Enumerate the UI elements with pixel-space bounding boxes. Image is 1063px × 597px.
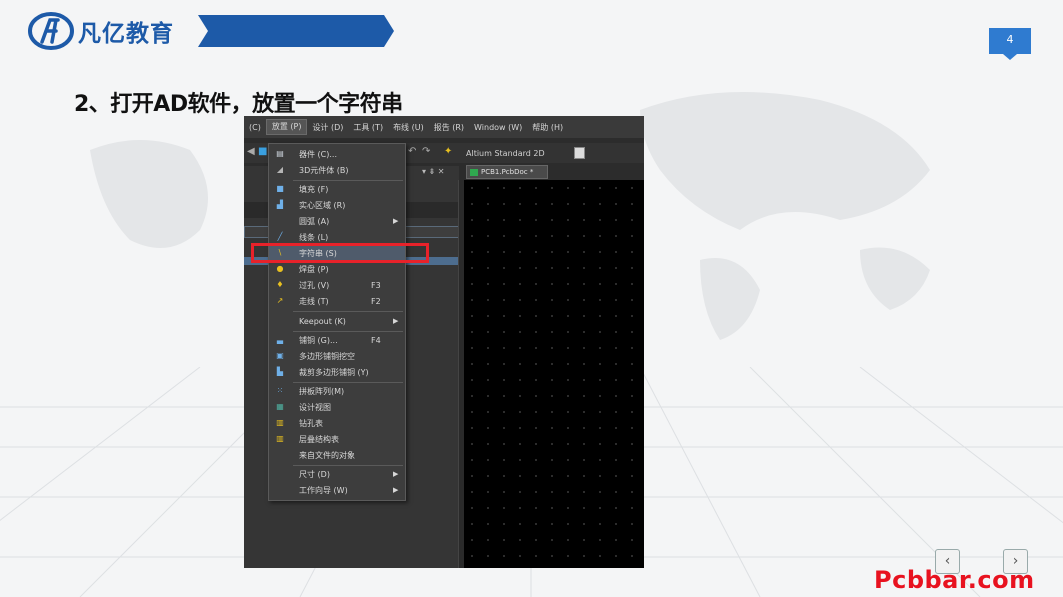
- watermark-text: Pcbbar.com: [874, 566, 1035, 594]
- altium-screenshot: (C) 放置 (P) 设计 (D) 工具 (T) 布线 (U) 报告 (R) W…: [244, 116, 644, 568]
- menu-place[interactable]: 放置 (P): [265, 119, 308, 135]
- brand-name: 凡亿教育: [78, 21, 174, 47]
- header-banner: [198, 15, 394, 47]
- pad-icon: ●: [276, 264, 284, 273]
- menu-item-dimension[interactable]: 尺寸 (D) ▶: [269, 466, 405, 482]
- panel-array-icon: ⁙: [276, 386, 284, 395]
- doc-tab-label: PCB1.PcbDoc *: [481, 168, 534, 176]
- app-menubar: (C) 放置 (P) 设计 (D) 工具 (T) 布线 (U) 报告 (R) W…: [244, 116, 644, 138]
- menu-item-design-view[interactable]: ▦ 设计视图: [269, 399, 405, 415]
- menu-tools[interactable]: 工具 (T): [348, 122, 388, 133]
- slice-polygon-icon: ▙: [276, 367, 284, 376]
- page-number-badge: 4: [989, 28, 1031, 60]
- menu-item-keepout[interactable]: Keepout (K) ▶: [269, 313, 405, 329]
- fill-icon: ■: [276, 184, 284, 193]
- submenu-arrow-icon: ▶: [393, 470, 399, 478]
- menu-item-polygon-cutout[interactable]: ▣ 多边形铺铜挖空: [269, 348, 405, 364]
- via-icon: ♦: [276, 280, 284, 289]
- layer-stack-icon: ▥: [276, 434, 284, 443]
- menu-item-drill-table[interactable]: ▥ 钻孔表: [269, 415, 405, 431]
- slide-heading: 2、打开AD软件，放置一个字符串: [74, 92, 403, 117]
- submenu-arrow-icon: ▶: [393, 217, 399, 225]
- menu-c[interactable]: (C): [244, 123, 266, 132]
- pcb-doc-icon: [470, 169, 478, 176]
- menu-item-polygon-pour[interactable]: ▃ 铺铜 (G)... F4: [269, 332, 405, 348]
- design-view-icon: ▦: [276, 402, 284, 411]
- menu-item-component[interactable]: ▤ 器件 (C)...: [269, 146, 405, 162]
- menu-reports[interactable]: 报告 (R): [429, 122, 469, 133]
- pcb-canvas[interactable]: [464, 180, 644, 568]
- toolbar-save-icon[interactable]: ■: [258, 146, 267, 157]
- line-icon: ╱: [277, 232, 283, 241]
- view-mode-dropdown[interactable]: [574, 147, 585, 159]
- menu-item-fill[interactable]: ■ 填充 (F): [269, 181, 405, 197]
- menu-route[interactable]: 布线 (U): [388, 122, 429, 133]
- submenu-arrow-icon: ▶: [393, 317, 399, 325]
- pane-controls-icon[interactable]: ▾ ⇟ ✕: [422, 167, 445, 176]
- drill-table-icon: ▥: [276, 418, 284, 427]
- redo-icon[interactable]: ↷: [422, 146, 430, 157]
- brand-logo-icon: [28, 12, 74, 50]
- menu-design[interactable]: 设计 (D): [307, 122, 348, 133]
- solid-region-icon: ▟: [276, 200, 284, 209]
- menu-window[interactable]: Window (W): [469, 123, 527, 132]
- undo-icon[interactable]: ↶: [408, 146, 416, 157]
- string-highlight-box: [251, 243, 429, 263]
- view-mode-label: Altium Standard 2D: [466, 149, 545, 158]
- menu-item-via[interactable]: ♦ 过孔 (V) F3: [269, 277, 405, 293]
- track-icon: ↗: [276, 296, 284, 305]
- menu-item-layer-stack-table[interactable]: ▥ 层叠结构表: [269, 431, 405, 447]
- menu-help[interactable]: 帮助 (H): [527, 122, 568, 133]
- doc-tab-pcb1[interactable]: PCB1.PcbDoc *: [466, 165, 548, 179]
- component-icon: ▤: [276, 149, 284, 158]
- place-menu: ▤ 器件 (C)... ◢ 3D元件体 (B) ■ 填充 (F) ▟ 实心区域 …: [268, 143, 406, 501]
- polygon-pour-icon: ▃: [276, 335, 284, 344]
- menu-item-pad[interactable]: ● 焊盘 (P): [269, 261, 405, 277]
- wand-icon[interactable]: ✦: [444, 146, 452, 157]
- polygon-cutout-icon: ▣: [276, 351, 284, 360]
- menu-item-track[interactable]: ↗ 走线 (T) F2: [269, 293, 405, 309]
- menu-separator: [293, 311, 403, 312]
- menu-item-arc[interactable]: 圆弧 (A) ▶: [269, 213, 405, 229]
- submenu-arrow-icon: ▶: [393, 486, 399, 494]
- 3d-body-icon: ◢: [276, 165, 284, 174]
- menu-item-slice-polygon[interactable]: ▙ 裁剪多边形铺铜 (Y): [269, 364, 405, 380]
- menu-item-wizard[interactable]: 工作向导 (W) ▶: [269, 482, 405, 498]
- brand-logo: 凡亿教育: [28, 12, 174, 50]
- menu-item-solid-region[interactable]: ▟ 实心区域 (R): [269, 197, 405, 213]
- menu-item-object-from-file[interactable]: 来自文件的对象: [269, 447, 405, 463]
- menu-item-3d-body[interactable]: ◢ 3D元件体 (B): [269, 162, 405, 178]
- menu-item-panel-array[interactable]: ⁙ 拼板阵列(M): [269, 383, 405, 399]
- toolbar-arrow-icon[interactable]: ◀: [247, 146, 255, 157]
